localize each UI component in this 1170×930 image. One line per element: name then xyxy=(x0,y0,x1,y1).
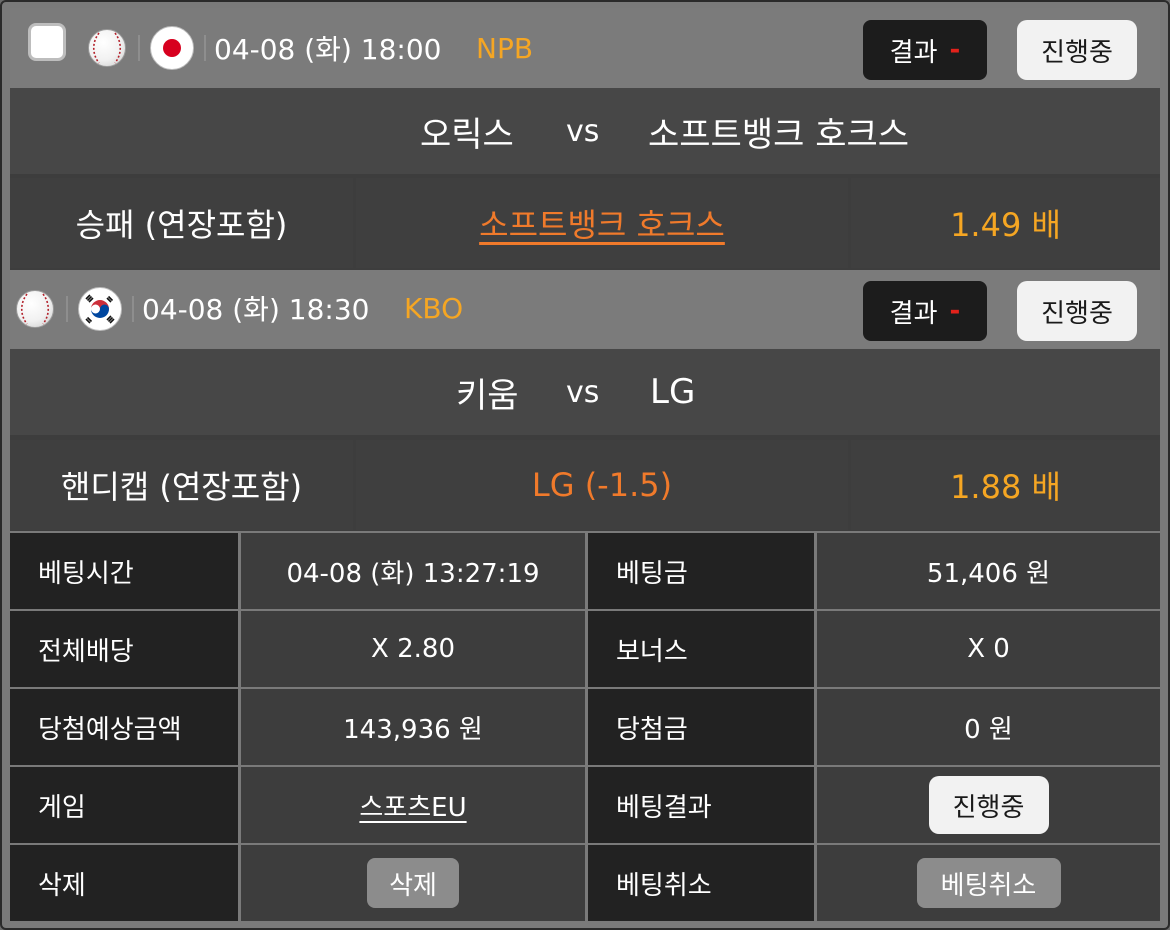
result-label: 결과 xyxy=(889,37,938,68)
bet-amount-label: 베팅금 xyxy=(588,533,814,609)
cancel-bet-button[interactable]: 베팅취소 xyxy=(916,858,1061,908)
expected-win-value: 143,936 원 xyxy=(241,689,585,765)
delete-label: 삭제 xyxy=(10,845,238,921)
win-amount-label: 당첨금 xyxy=(588,689,814,765)
bet-result-label: 베팅결과 xyxy=(588,767,814,843)
bet-odds: 1.49 배 xyxy=(851,178,1160,268)
delete-cell: 삭제 xyxy=(241,845,585,921)
teams-row: 키움 vs LG xyxy=(10,349,1160,435)
cancel-cell: 베팅취소 xyxy=(817,845,1160,921)
vs-label: vs xyxy=(566,113,600,149)
result-label: 결과 xyxy=(889,298,938,329)
teams-row: 오릭스 vs 소프트뱅크 호크스 xyxy=(10,88,1160,174)
status-button[interactable]: 진행중 xyxy=(1017,281,1137,341)
bet-row: 핸디캡 (연장포함) LG (-1.5) 1.88 배 xyxy=(10,440,1160,530)
match-box: 키움 vs LG 핸디캡 (연장포함) LG (-1.5) 1.88 배 xyxy=(10,349,1160,531)
game-link[interactable]: 스포츠EU xyxy=(359,787,466,824)
bet-odds: 1.88 배 xyxy=(851,440,1160,530)
game-header: 04-08 (화) 18:30 KBO 결과 - 진행중 xyxy=(10,270,1160,348)
separator xyxy=(138,35,140,61)
bet-row: 승패 (연장포함) 소프트뱅크 호크스 1.49 배 xyxy=(10,178,1160,268)
bonus-label: 보너스 xyxy=(588,611,814,687)
league-label: KBO xyxy=(404,291,464,325)
game-label: 게임 xyxy=(10,767,238,843)
baseball-icon xyxy=(16,290,54,328)
home-team: 키움 xyxy=(456,375,519,416)
bet-type: 핸디캡 (연장포함) xyxy=(10,440,353,530)
result-value: - xyxy=(949,296,961,326)
win-amount-value: 0 원 xyxy=(817,689,1160,765)
total-odds-value: X 2.80 xyxy=(241,611,585,687)
game-value-cell: 스포츠EU xyxy=(241,767,585,843)
game-datetime: 04-08 (화) 18:00 xyxy=(214,33,442,66)
away-team: 소프트뱅크 호크스 xyxy=(648,114,910,155)
cancel-label: 베팅취소 xyxy=(588,845,814,921)
result-badge: 결과 - xyxy=(863,20,987,80)
result-badge: 결과 - xyxy=(863,281,987,341)
result-value: - xyxy=(949,35,961,65)
korea-flag-icon xyxy=(78,287,122,331)
match-box: 오릭스 vs 소프트뱅크 호크스 승패 (연장포함) 소프트뱅크 호크스 1.4… xyxy=(10,88,1160,270)
bet-type: 승패 (연장포함) xyxy=(10,178,353,268)
select-checkbox[interactable] xyxy=(28,23,66,61)
bet-time-label: 베팅시간 xyxy=(10,533,238,609)
bet-result-cell: 진행중 xyxy=(817,767,1160,843)
expected-win-label: 당첨예상금액 xyxy=(10,689,238,765)
separator xyxy=(132,296,134,322)
total-odds-label: 전체배당 xyxy=(10,611,238,687)
bonus-value: X 0 xyxy=(817,611,1160,687)
separator xyxy=(66,296,68,322)
away-team: LG xyxy=(650,372,696,412)
home-team: 오릭스 xyxy=(420,114,514,155)
delete-button[interactable]: 삭제 xyxy=(367,858,459,908)
baseball-icon xyxy=(88,29,126,67)
vs-label: vs xyxy=(566,374,600,410)
japan-flag-icon xyxy=(150,26,194,70)
bet-pick[interactable]: LG (-1.5) xyxy=(356,440,848,530)
league-label: NPB xyxy=(476,31,534,65)
bet-slip-card: 04-08 (화) 18:00 NPB 결과 - 진행중 오릭스 vs 소프트뱅… xyxy=(0,0,1170,930)
bet-time-value: 04-08 (화) 13:27:19 xyxy=(241,533,585,609)
bet-result-status-button[interactable]: 진행중 xyxy=(928,776,1049,834)
bet-pick[interactable]: 소프트뱅크 호크스 xyxy=(356,178,848,268)
bet-amount-value: 51,406 원 xyxy=(817,533,1160,609)
separator xyxy=(204,35,206,61)
game-datetime: 04-08 (화) 18:30 xyxy=(142,293,370,326)
status-button[interactable]: 진행중 xyxy=(1017,20,1137,80)
game-header: 04-08 (화) 18:00 NPB 결과 - 진행중 xyxy=(10,8,1160,88)
